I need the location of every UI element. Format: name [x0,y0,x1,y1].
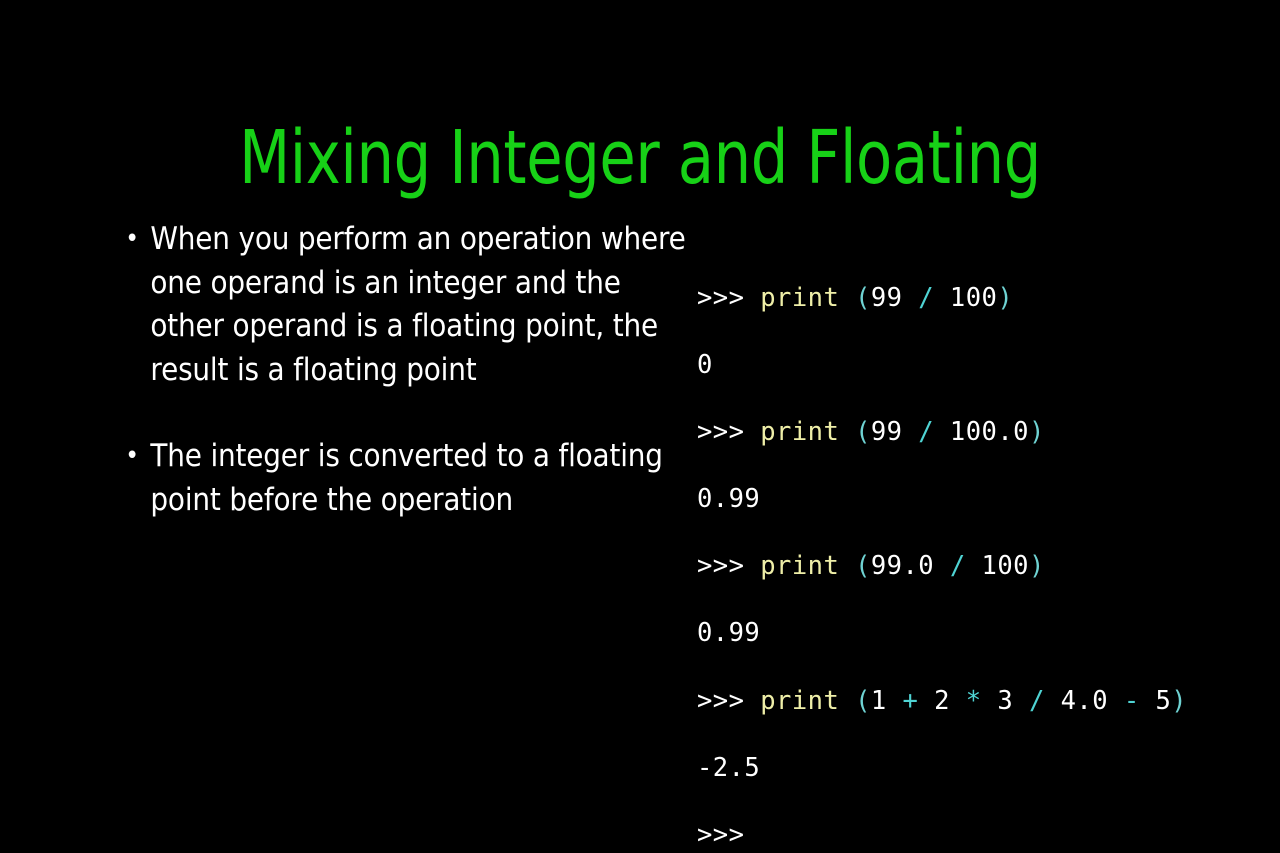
console-token-prompt: >>> [697,820,745,850]
list-item: • The integer is converted to a floating… [118,435,690,522]
console-token-plain [839,417,855,447]
console-token-prompt: >>> [697,282,745,313]
console-token-plain [744,686,760,716]
console-token-out: 0.99 [697,618,761,649]
console-token-op: / [918,282,935,313]
console-token-punct: ) [1028,416,1045,447]
console-token-prompt: >>> [697,685,745,716]
console-token-num: 1 [870,685,887,716]
console-token-out: 0.99 [697,484,761,515]
console-token-num: 99 [870,416,903,447]
console-line: 0 [697,349,1257,383]
console-token-num: 100.0 [949,416,1029,447]
console-token-num: 5 [1155,685,1172,716]
console-token-num: 2 [934,685,950,716]
console-token-punct: ( [855,685,871,716]
console-token-op: / [918,416,935,447]
console-token-out: -2.5 [697,752,761,783]
console-token-plain [982,686,998,716]
bullet-dot-icon: • [125,224,139,254]
bullet-dot-icon: • [125,441,139,471]
console-token-plain [934,551,950,581]
console-token-op: / [949,551,966,582]
console-line: >>> print (99 / 100.0) [697,416,1257,450]
console-token-plain [918,686,934,716]
console-token-punct: ( [855,551,871,582]
console-token-plain [744,283,760,313]
console-token-plain [966,551,982,581]
console-line: >>> [697,819,1257,853]
console-token-num: 4.0 [1060,685,1109,716]
console-token-kw: print [760,551,840,582]
console-token-punct: ) [1171,685,1188,716]
console-token-plain [839,283,855,313]
console-line: >>> print (99.0 / 100) [697,550,1257,584]
console-token-plain [934,417,950,447]
console-token-plain [1013,686,1029,716]
console-token-prompt: >>> [697,416,745,447]
page-title: Mixing Integer and Floating [239,114,1041,201]
list-item-label: When you perform an operation where one … [150,221,686,388]
console-token-num: 99 [870,282,903,313]
console-token-plain [839,551,855,581]
console-token-plain [744,417,760,447]
slide-canvas: Mixing Integer and Floating • When you p… [0,0,1280,850]
list-item-label: The integer is converted to a floating p… [150,438,663,518]
console-token-punct: ) [997,282,1014,313]
console-token-out: 0 [697,349,713,380]
console-token-punct: ( [855,416,871,447]
console-token-num: 100 [949,282,998,313]
console-token-plain [902,283,918,313]
console-token-kw: print [760,685,840,716]
console-line: 0.99 [697,617,1257,651]
console-token-plain [887,686,903,716]
console-token-op: / [1029,685,1045,716]
console-token-op: - [1123,685,1140,716]
console-token-plain [1045,686,1061,716]
console-token-plain [950,686,966,716]
console-token-num: 3 [997,685,1014,716]
console-token-kw: print [760,416,840,447]
console-token-plain [1108,686,1124,716]
console-token-op: + [902,685,919,716]
console-line: >>> print (99 / 100) [697,282,1257,316]
console-token-prompt: >>> [697,551,745,582]
console-line: 0.99 [697,483,1257,517]
console-token-num: 100 [981,551,1029,582]
bullet-list: • When you perform an operation where on… [118,218,686,522]
console-token-plain [744,551,760,581]
console-token-kw: print [760,282,840,313]
console-line: >>> print (1 + 2 * 3 / 4.0 - 5) [697,685,1257,719]
console-token-punct: ( [855,282,871,313]
console-token-plain [839,686,855,716]
python-console-block: >>> print (99 / 100) 0 >>> print (99 / 1… [697,282,1257,853]
list-item: • When you perform an operation where on… [118,218,690,392]
console-token-plain [934,283,950,313]
console-token-op: * [965,685,982,716]
console-token-plain [902,417,918,447]
console-token-num: 99.0 [870,551,935,582]
console-line: -2.5 [697,752,1257,786]
console-token-plain [1140,686,1156,716]
console-token-punct: ) [1028,551,1045,582]
